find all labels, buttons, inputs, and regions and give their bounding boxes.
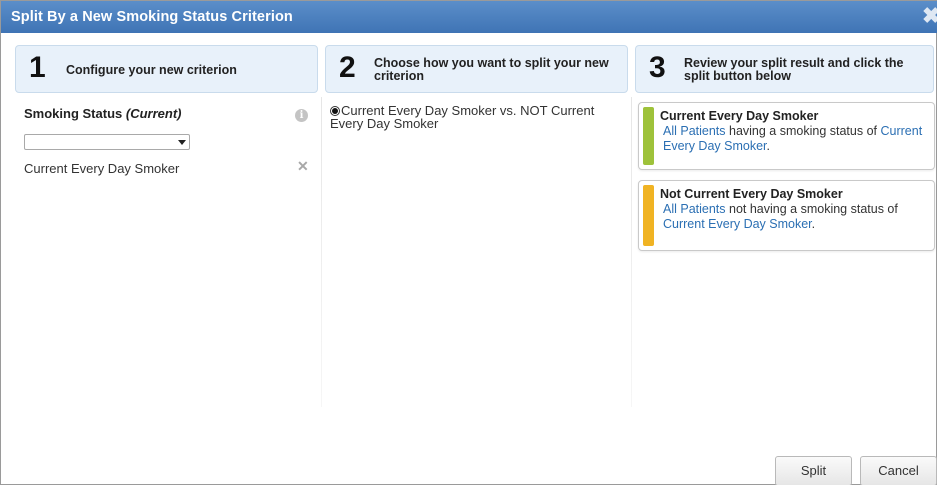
chevron-down-icon — [178, 140, 186, 145]
step-2-number: 2 — [339, 51, 356, 84]
all-patients-link[interactable]: All Patients — [663, 124, 726, 138]
criterion-value-link[interactable]: Current Every Day Smoker — [663, 217, 812, 231]
result-card-current: Current Every Day Smoker All Patients ha… — [638, 102, 935, 170]
split-option-radio[interactable]: Current Every Day Smoker vs. NOT Current… — [330, 104, 620, 130]
description-text: having a smoking status of — [725, 124, 881, 138]
cancel-button[interactable]: Cancel — [860, 456, 937, 485]
step-2-header: 2 Choose how you want to split your new … — [325, 45, 628, 93]
remove-value-icon[interactable]: ✕ — [297, 159, 309, 173]
split-option-label: Current Every Day Smoker vs. NOT Current… — [330, 103, 595, 131]
step-1-header: 1 Configure your new criterion — [15, 45, 318, 93]
result-card-title: Not Current Every Day Smoker — [660, 187, 843, 201]
info-icon[interactable]: i — [295, 109, 308, 122]
step-1-text: Configure your new criterion — [66, 63, 237, 77]
description-end: . — [766, 139, 770, 153]
group-color-bar — [643, 185, 654, 246]
radio-selected-icon[interactable] — [330, 106, 340, 116]
step-1-number: 1 — [29, 51, 46, 84]
criterion-qualifier: (Current) — [125, 106, 182, 121]
dialog-title: Split By a New Smoking Status Criterion — [11, 9, 293, 25]
criterion-label: Smoking Status (Current) — [24, 106, 181, 121]
result-card-description: All Patients not having a smoking status… — [663, 202, 931, 232]
result-card-title: Current Every Day Smoker — [660, 109, 819, 123]
column-divider — [631, 97, 632, 407]
result-card-description: All Patients having a smoking status of … — [663, 124, 931, 154]
description-text: not having a smoking status of — [725, 202, 898, 216]
selected-criterion-value: Current Every Day Smoker — [24, 161, 180, 176]
split-button[interactable]: Split — [775, 456, 852, 485]
step-3-text: Review your split result and click the s… — [684, 56, 904, 83]
step-2-text: Choose how you want to split your new cr… — [374, 56, 609, 83]
column-divider — [321, 97, 322, 407]
criterion-name: Smoking Status — [24, 106, 123, 121]
criterion-value-dropdown[interactable] — [24, 134, 190, 150]
group-color-bar — [643, 107, 654, 165]
result-card-not-current: Not Current Every Day Smoker All Patient… — [638, 180, 935, 251]
step-3-number: 3 — [649, 51, 666, 84]
step-3-header: 3 Review your split result and click the… — [635, 45, 934, 93]
all-patients-link[interactable]: All Patients — [663, 202, 726, 216]
close-icon[interactable]: ✖ — [922, 4, 937, 28]
split-dialog: Split By a New Smoking Status Criterion … — [0, 0, 937, 485]
dialog-titlebar: Split By a New Smoking Status Criterion … — [1, 1, 937, 33]
description-end: . — [811, 217, 816, 231]
